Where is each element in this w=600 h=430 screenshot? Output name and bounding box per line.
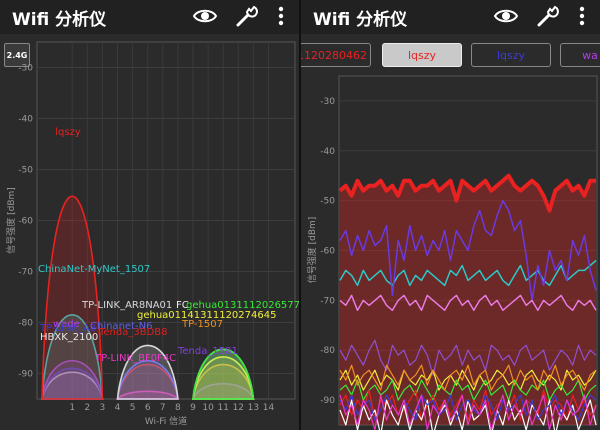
x-tick-label: 8 (175, 403, 181, 413)
time-chart: -30 -40 -50 -60 -70 -80 -90 信号强度 [dBm] (306, 75, 598, 430)
x-tick-label: 10 (202, 403, 214, 413)
y-tick-label: -70 (18, 268, 33, 278)
x-tick-label: 11 (217, 403, 228, 413)
x-tick-label: 7 (160, 403, 166, 413)
y-axis-title: 信号强度 [dBm] (306, 217, 318, 284)
y-axis-title: 信号强度 [dBm] (5, 187, 17, 254)
x-axis-title: Wi-Fi 信道 (145, 415, 187, 427)
y-tick-label: -80 (320, 346, 335, 356)
y-tick-label: -50 (320, 197, 335, 207)
time-graph-screen: Wifi 分析仪 1120280462 lqszy lqszy wa -30 -40 -5… (301, 0, 600, 430)
x-tick-label: 6 (145, 403, 151, 413)
ssid-label: HBXK_2100 (40, 332, 98, 343)
x-tick-label: 12 (233, 403, 244, 413)
ssid-label: TP-LINK_BF0F4C (94, 353, 176, 364)
y-tick-label: -90 (18, 370, 33, 380)
x-tick-label: 3 (100, 403, 106, 413)
ssid-label: Tenda_3BDB8 (98, 327, 168, 338)
y-tick-label: -30 (320, 97, 335, 107)
y-tick-label: -70 (320, 296, 335, 306)
y-tick-label: -60 (18, 217, 33, 227)
ssid-label: ChinaNet-MyNet_1507 (38, 264, 150, 275)
channel-chart: -30-40-50-60-70-80-901 2 3 4 5 6 7 8 9 10 11 12 13 14… (5, 41, 299, 427)
y-tick-label: -50 (18, 166, 33, 176)
y-tick-label: -60 (320, 247, 335, 257)
x-tick-label: 13 (248, 403, 259, 413)
x-tick-label: 4 (115, 403, 121, 413)
ssid-label: lqszy (55, 127, 81, 138)
y-tick-label: -80 (18, 319, 33, 329)
y-tick-label: -40 (18, 115, 33, 125)
y-tick-label: -40 (320, 147, 335, 157)
y-tick-label: -30 (18, 64, 33, 74)
x-tick-label: 14 (263, 403, 275, 413)
x-tick-label: 1 (69, 403, 75, 413)
y-tick-label: -90 (320, 396, 335, 406)
x-tick-label: 2 (84, 403, 90, 413)
ssid-label: Tenda_1581 (177, 346, 238, 357)
x-tick-label: 5 (130, 403, 136, 413)
channel-graph-screen: Wifi 分析仪 2.4G -30 -40 -50 -60 -70 -80 -90 1 2 3 4 5… (0, 0, 299, 430)
ssid-label: TP-1507 (181, 319, 223, 330)
x-tick-label: 9 (190, 403, 196, 413)
